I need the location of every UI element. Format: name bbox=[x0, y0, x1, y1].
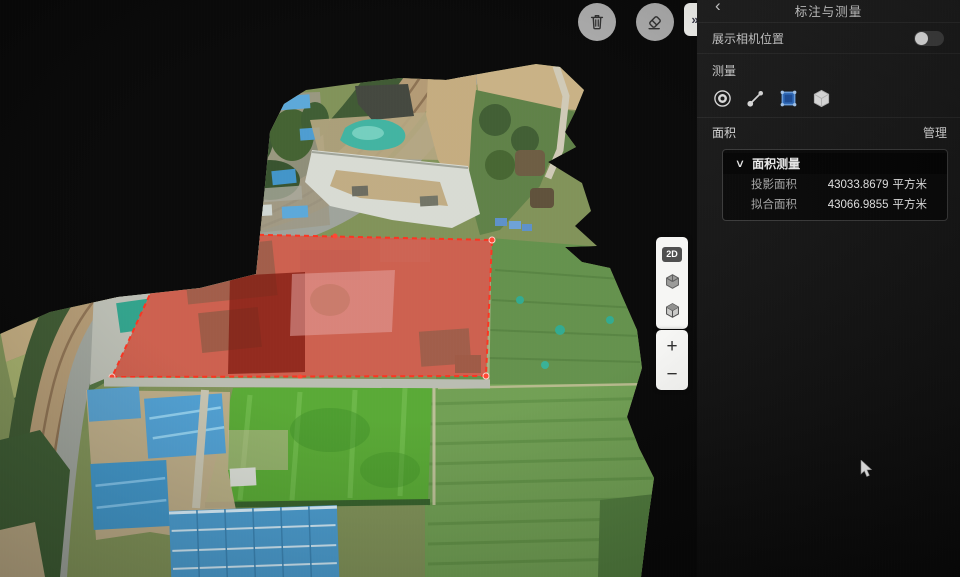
blue-warehouses bbox=[169, 505, 339, 577]
line-tool-icon bbox=[746, 89, 765, 108]
area-label: 面积 bbox=[712, 124, 736, 141]
view-2d-button[interactable]: 2D bbox=[662, 247, 682, 262]
point-tool-icon bbox=[713, 89, 732, 108]
area-measure-tool-selected[interactable] bbox=[778, 88, 798, 108]
zoom-controls: + − bbox=[656, 330, 688, 390]
area-card-title: 面积测量 bbox=[752, 155, 800, 172]
zoom-out-button[interactable]: − bbox=[666, 365, 677, 384]
volume-measure-tool[interactable] bbox=[811, 88, 831, 108]
polygon-tool-icon bbox=[779, 89, 798, 108]
fields-south bbox=[425, 384, 660, 577]
erase-annotation-button[interactable] bbox=[636, 3, 674, 41]
trash-icon bbox=[587, 12, 607, 32]
fitted-area-label: 拟合面积 bbox=[751, 196, 797, 212]
line-measure-tool[interactable] bbox=[745, 88, 765, 108]
camera-position-toggle[interactable] bbox=[914, 31, 944, 46]
fitted-area-row: 拟合面积 43066.9855平方米 bbox=[723, 194, 947, 214]
area-card-header[interactable]: ∨ 面积测量 bbox=[723, 153, 947, 174]
orthomosaic-scene bbox=[0, 0, 700, 577]
manage-button[interactable]: 管理 bbox=[923, 124, 947, 141]
app-window: » 2D + − ‹ 标注与测量 展示相机位置 bbox=[0, 0, 960, 577]
chevron-down-icon: ∨ bbox=[735, 157, 745, 170]
camera-position-label: 展示相机位置 bbox=[712, 30, 784, 47]
measure-section: 测量 bbox=[697, 54, 960, 118]
projected-area-row: 投影面积 43033.8679平方米 bbox=[723, 174, 947, 194]
area-section-header: 面积 管理 bbox=[697, 118, 960, 146]
view-mode-controls: 2D bbox=[656, 237, 688, 329]
camera-position-row: 展示相机位置 bbox=[697, 23, 960, 54]
measure-tools bbox=[697, 88, 960, 108]
zoom-in-button[interactable]: + bbox=[666, 337, 677, 356]
measure-label: 测量 bbox=[697, 62, 960, 79]
model-view-button[interactable] bbox=[664, 273, 681, 290]
panel-title: 标注与测量 bbox=[795, 1, 863, 20]
projected-area-label: 投影面积 bbox=[751, 176, 797, 192]
service-road bbox=[104, 382, 490, 384]
eraser-icon bbox=[645, 12, 665, 32]
orbit-view-button[interactable] bbox=[664, 302, 681, 319]
panel-header: ‹ 标注与测量 bbox=[697, 0, 960, 23]
toggle-knob bbox=[915, 32, 928, 45]
annotation-measure-panel: ‹ 标注与测量 展示相机位置 测量 bbox=[697, 0, 960, 577]
model-cube-icon bbox=[664, 273, 681, 290]
fitted-area-value: 43066.9855平方米 bbox=[828, 196, 927, 212]
map-3d-viewport[interactable] bbox=[0, 0, 700, 577]
projected-area-value: 43033.8679平方米 bbox=[828, 176, 927, 192]
area-measurement-card: ∨ 面积测量 投影面积 43033.8679平方米 拟合面积 43066.985… bbox=[722, 149, 948, 221]
orbit-cube-icon bbox=[664, 302, 681, 319]
delete-annotation-button[interactable] bbox=[578, 3, 616, 41]
volume-tool-icon bbox=[812, 89, 831, 108]
point-measure-tool[interactable] bbox=[712, 88, 732, 108]
back-button[interactable]: ‹ bbox=[715, 0, 721, 16]
